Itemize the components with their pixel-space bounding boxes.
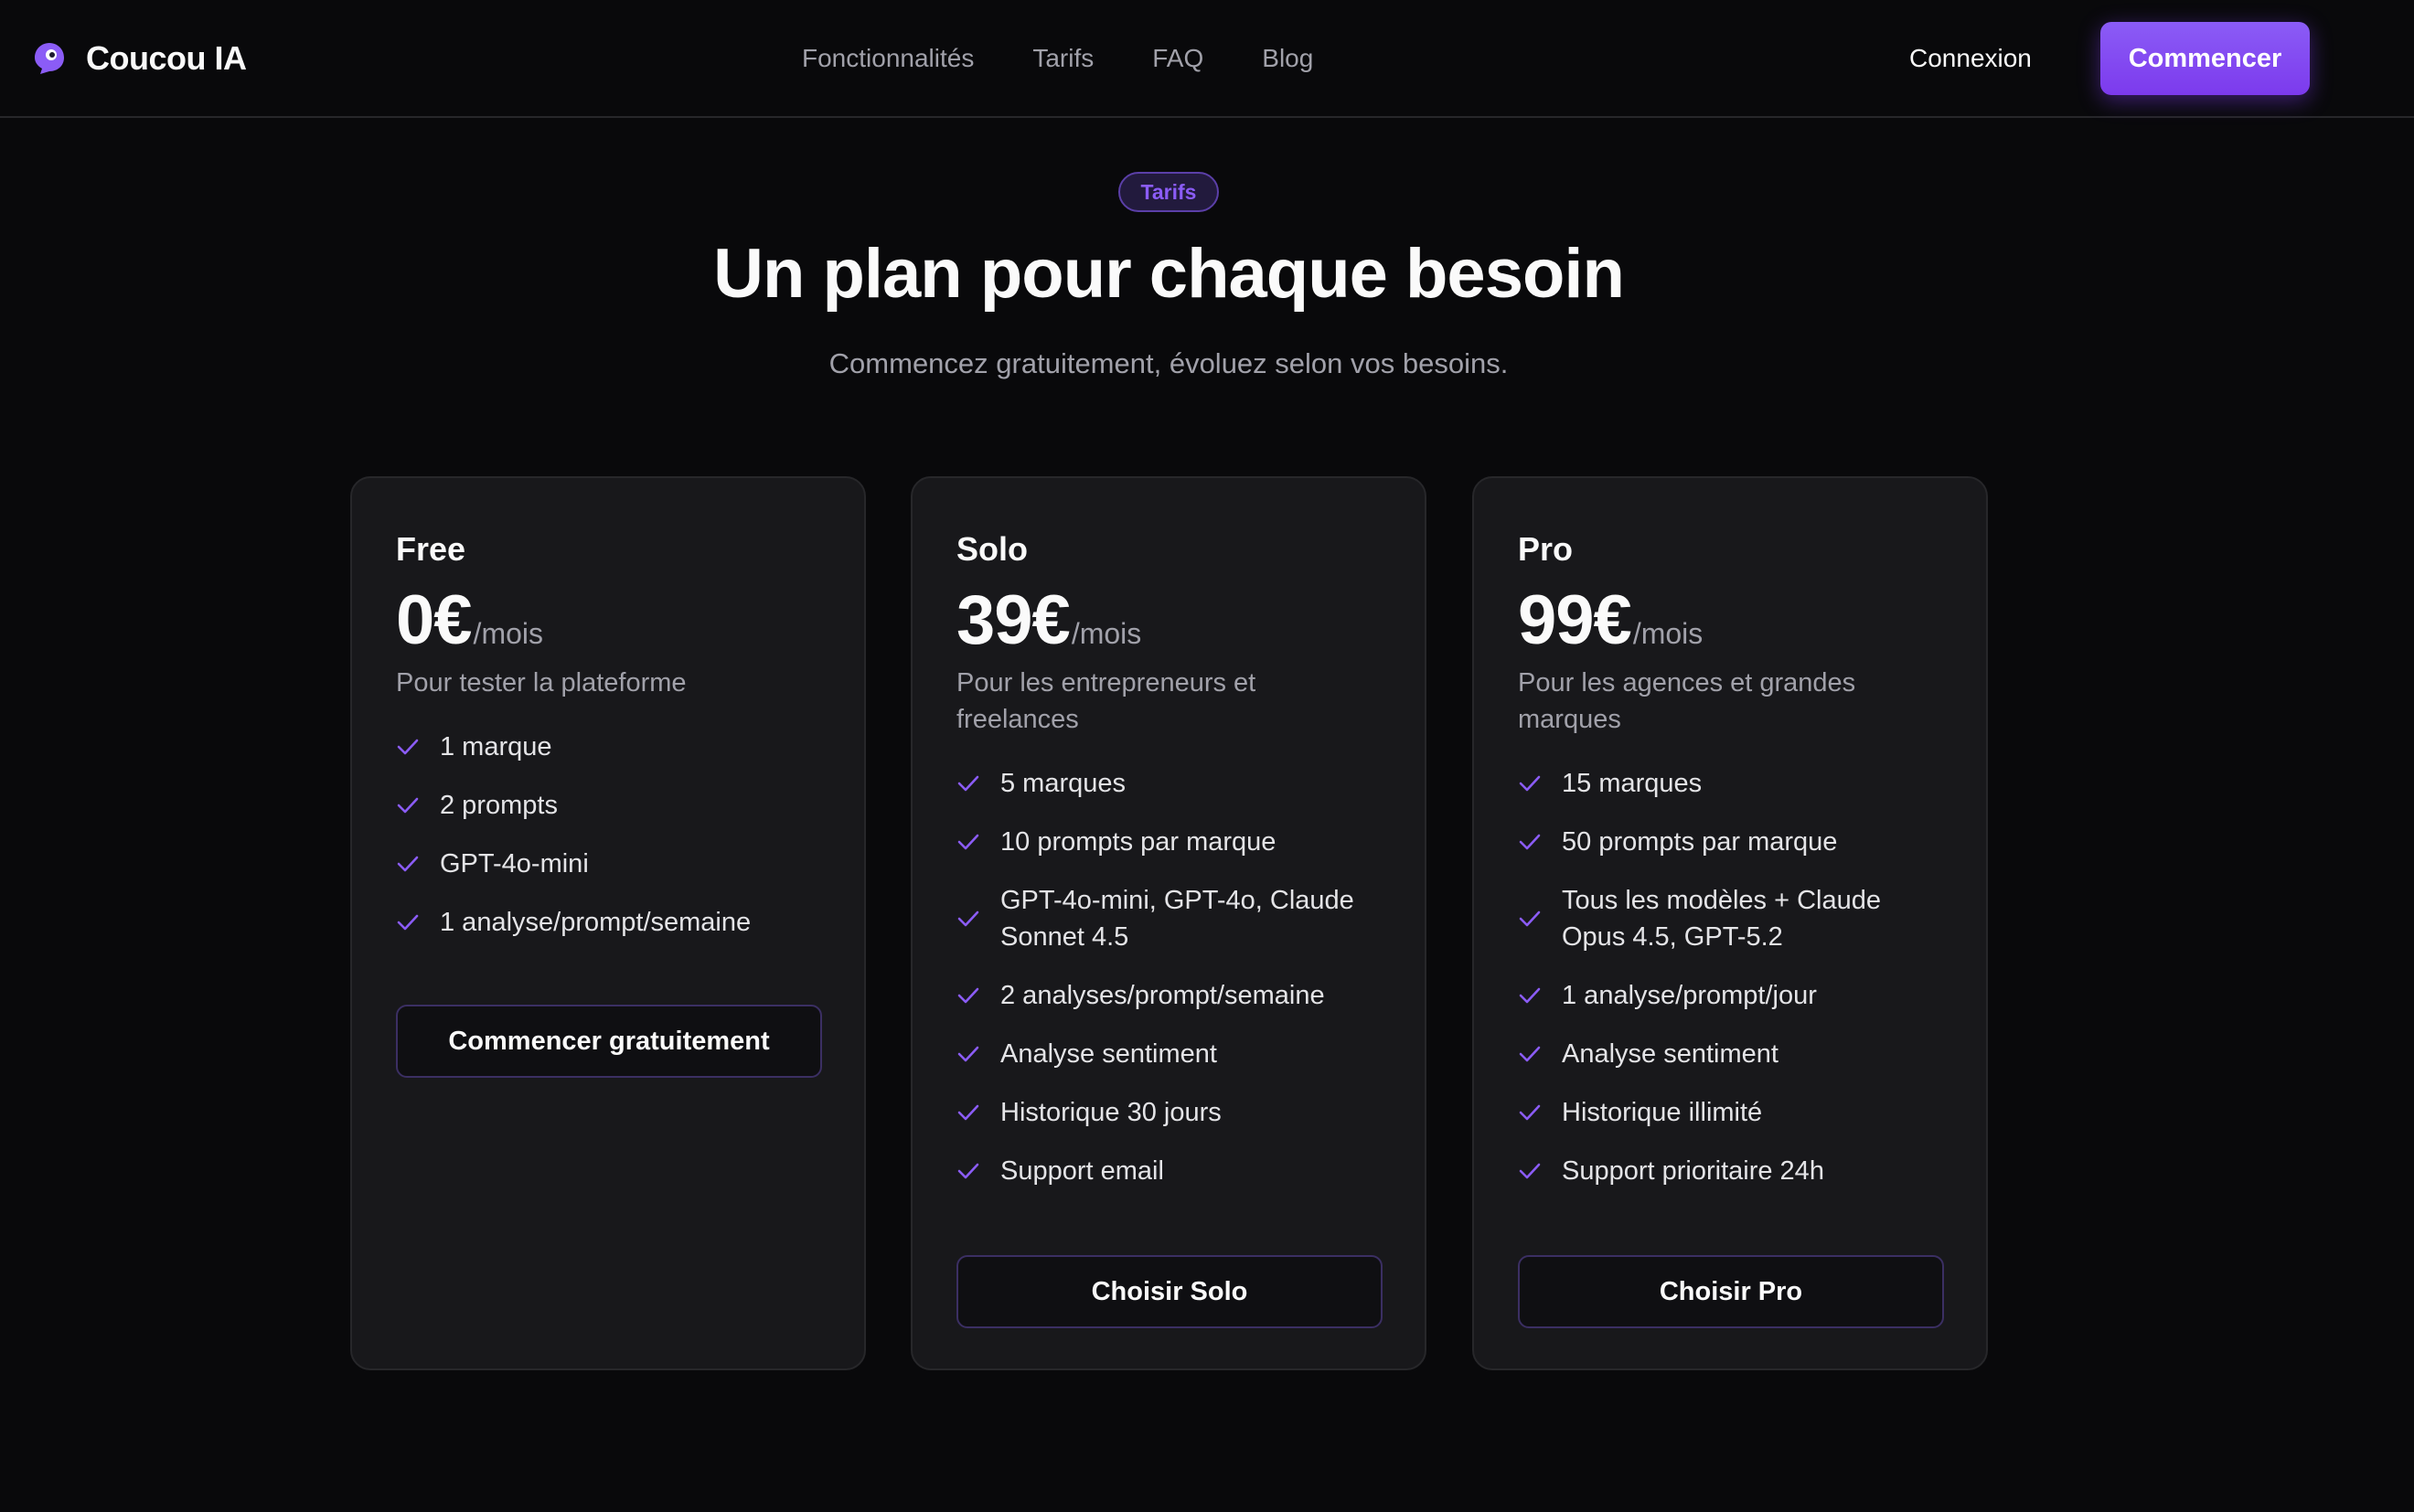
brand-logo-link[interactable]: Coucou IA: [33, 37, 247, 80]
nav-item-blog[interactable]: Blog: [1262, 44, 1313, 73]
feature-item: 50 prompts par marque: [1518, 824, 1942, 860]
nav-item-faq[interactable]: FAQ: [1152, 44, 1203, 73]
feature-label: Historique 30 jours: [1000, 1098, 1222, 1127]
nav-item-tarifs[interactable]: Tarifs: [1032, 44, 1094, 73]
check-icon: [1518, 774, 1542, 793]
plan-name: Solo: [956, 530, 1028, 568]
feature-list: 1 marque 2 prompts GPT-4o-mini 1 analyse…: [396, 729, 820, 941]
plan-description: Pour les entrepreneurs et freelances: [956, 668, 1256, 734]
feature-item: Historique illimité: [1518, 1094, 1942, 1131]
feature-label: Analyse sentiment: [1000, 1039, 1217, 1069]
plan-price: 0€: [396, 581, 473, 659]
check-icon: [1518, 1103, 1542, 1122]
feature-list: 5 marques 10 prompts par marque GPT-4o-m…: [956, 765, 1381, 1189]
feature-item: GPT-4o-mini: [396, 846, 820, 882]
feature-item: 10 prompts par marque: [956, 824, 1381, 860]
feature-label: 1 analyse/prompt/jour: [1562, 981, 1817, 1010]
choose-pro-button[interactable]: Choisir Pro: [1518, 1255, 1944, 1328]
feature-label: Analyse sentiment: [1562, 1039, 1778, 1069]
feature-item: Support prioritaire 24h: [1518, 1153, 1942, 1189]
feature-label: 1 analyse/prompt/semaine: [440, 908, 752, 937]
feature-label: GPT-4o-mini, GPT-4o, Claude Sonnet 4.5: [1000, 886, 1354, 952]
check-icon: [956, 774, 980, 793]
feature-item: 1 marque: [396, 729, 820, 765]
section-badge: Tarifs: [1118, 172, 1219, 212]
feature-item: Historique 30 jours: [956, 1094, 1381, 1131]
login-link[interactable]: Connexion: [1909, 37, 2032, 80]
feature-item: Support email: [956, 1153, 1381, 1189]
start-free-button[interactable]: Commencer gratuitement: [396, 1005, 822, 1078]
feature-item: 5 marques: [956, 765, 1381, 802]
main-nav: Fonctionnalités Tarifs FAQ Blog: [802, 37, 1313, 80]
check-icon: [956, 1162, 980, 1180]
check-icon: [1518, 833, 1542, 851]
feature-label: 5 marques: [1000, 769, 1127, 798]
check-icon: [396, 913, 420, 932]
plan-period: /mois: [1632, 617, 1704, 650]
feature-item: 1 analyse/prompt/jour: [1518, 977, 1942, 1014]
page-subtitle: Commencez gratuitement, évoluez selon vo…: [828, 347, 1509, 379]
check-icon: [1518, 1045, 1542, 1063]
check-icon: [1518, 910, 1542, 928]
site-header: Coucou IA Fonctionnalités Tarifs FAQ Blo…: [0, 0, 2414, 118]
page-title: Un plan pour chaque besoin: [713, 235, 1625, 313]
get-started-button[interactable]: Commencer: [2100, 22, 2310, 95]
feature-label: Support email: [1000, 1156, 1164, 1186]
choose-solo-button[interactable]: Choisir Solo: [956, 1255, 1383, 1328]
check-icon: [1518, 1162, 1542, 1180]
feature-label: 15 marques: [1562, 769, 1703, 798]
check-icon: [956, 833, 980, 851]
plan-description: Pour les agences et grandes marques: [1518, 668, 1856, 734]
plan-card-solo: Solo 39€ /mois Pour les entrepreneurs et…: [911, 476, 1426, 1370]
feature-item: 2 prompts: [396, 787, 820, 824]
feature-label: 50 prompts par marque: [1562, 827, 1838, 857]
check-icon: [956, 910, 980, 928]
check-icon: [956, 986, 980, 1005]
feature-item: Tous les modèles + Claude Opus 4.5, GPT-…: [1518, 882, 1942, 955]
nav-item-fonctionnalites[interactable]: Fonctionnalités: [802, 44, 974, 73]
check-icon: [396, 855, 420, 873]
plan-price: 39€: [956, 581, 1071, 659]
feature-label: 2 prompts: [440, 791, 558, 820]
check-icon: [1518, 986, 1542, 1005]
feature-label: 2 analyses/prompt/semaine: [1000, 981, 1325, 1010]
check-icon: [396, 738, 420, 756]
feature-list: 15 marques 50 prompts par marque Tous le…: [1518, 765, 1942, 1189]
plan-period: /mois: [473, 617, 543, 650]
feature-item: 2 analyses/prompt/semaine: [956, 977, 1381, 1014]
plan-name: Free: [396, 530, 466, 568]
plan-price-row: 99€ /mois: [1518, 582, 1942, 659]
feature-label: 1 marque: [440, 732, 552, 761]
feature-label: Historique illimité: [1562, 1098, 1763, 1127]
plan-name: Pro: [1518, 530, 1574, 568]
feature-label: GPT-4o-mini: [440, 849, 589, 878]
plan-period: /mois: [1071, 617, 1142, 650]
plan-card-free: Free 0€ /mois Pour tester la plateforme …: [350, 476, 866, 1370]
plan-price-row: 39€ /mois: [956, 582, 1381, 659]
feature-label: 10 prompts par marque: [1000, 827, 1276, 857]
check-icon: [956, 1045, 980, 1063]
check-icon: [956, 1103, 980, 1122]
brand-name: Coucou IA: [86, 39, 247, 77]
plan-card-pro: Pro 99€ /mois Pour les agences et grande…: [1472, 476, 1988, 1370]
chat-bubble-eye-icon: [33, 41, 66, 76]
feature-item: 1 analyse/prompt/semaine: [396, 904, 820, 941]
plan-price-row: 0€ /mois: [396, 582, 820, 659]
feature-label: Tous les modèles + Claude Opus 4.5, GPT-…: [1562, 886, 1882, 952]
feature-item: Analyse sentiment: [956, 1036, 1381, 1072]
plan-description: Pour tester la plateforme: [396, 668, 687, 697]
plan-price: 99€: [1518, 581, 1632, 659]
feature-item: GPT-4o-mini, GPT-4o, Claude Sonnet 4.5: [956, 882, 1381, 955]
feature-label: Support prioritaire 24h: [1562, 1156, 1824, 1186]
feature-item: 15 marques: [1518, 765, 1942, 802]
check-icon: [396, 796, 420, 815]
feature-item: Analyse sentiment: [1518, 1036, 1942, 1072]
